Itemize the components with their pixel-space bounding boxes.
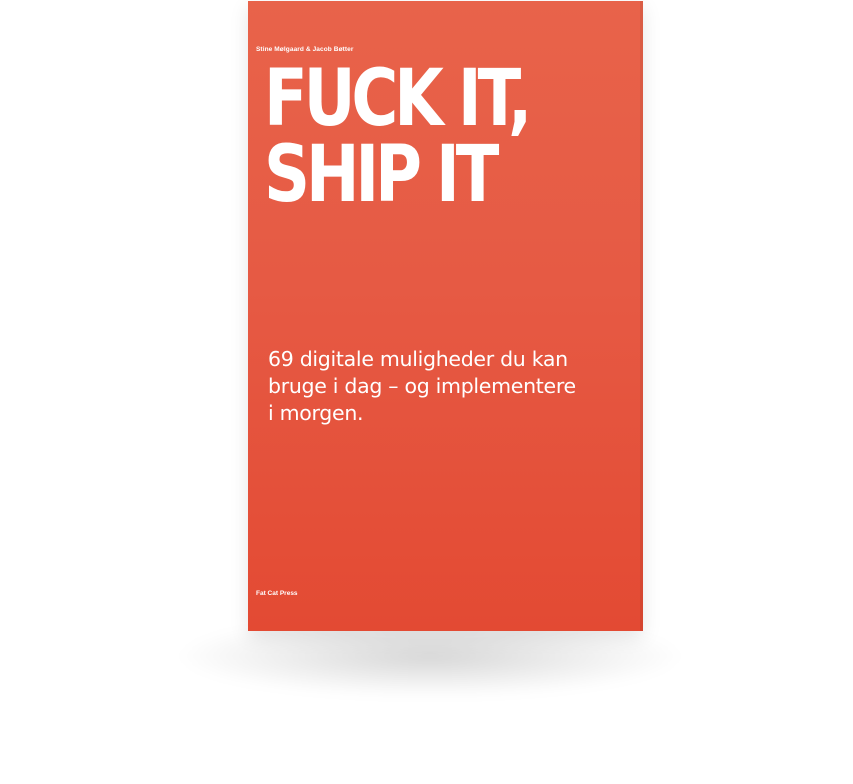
book-subtitle-line: bruge i dag – og implementere — [268, 374, 576, 398]
book-cover: Stine Mølgaard & Jacob Bøtter FUCK IT, S… — [248, 1, 643, 631]
book-publisher: Fat Cat Press — [256, 590, 298, 597]
book-subtitle-line: 69 digitale muligheder du kan — [268, 347, 568, 371]
book-title: FUCK IT, SHIP IT — [264, 54, 532, 220]
book-subtitle: 69 digitale muligheder du kan bruge i da… — [268, 346, 628, 427]
book-title-line: SHIP IT — [264, 130, 499, 220]
product-stage: Stine Mølgaard & Jacob Bøtter FUCK IT, S… — [0, 0, 853, 784]
book-title-line: FUCK IT, — [264, 54, 532, 144]
book-authors: Stine Mølgaard & Jacob Bøtter — [256, 46, 354, 53]
book-subtitle-line: i morgen. — [268, 401, 364, 425]
